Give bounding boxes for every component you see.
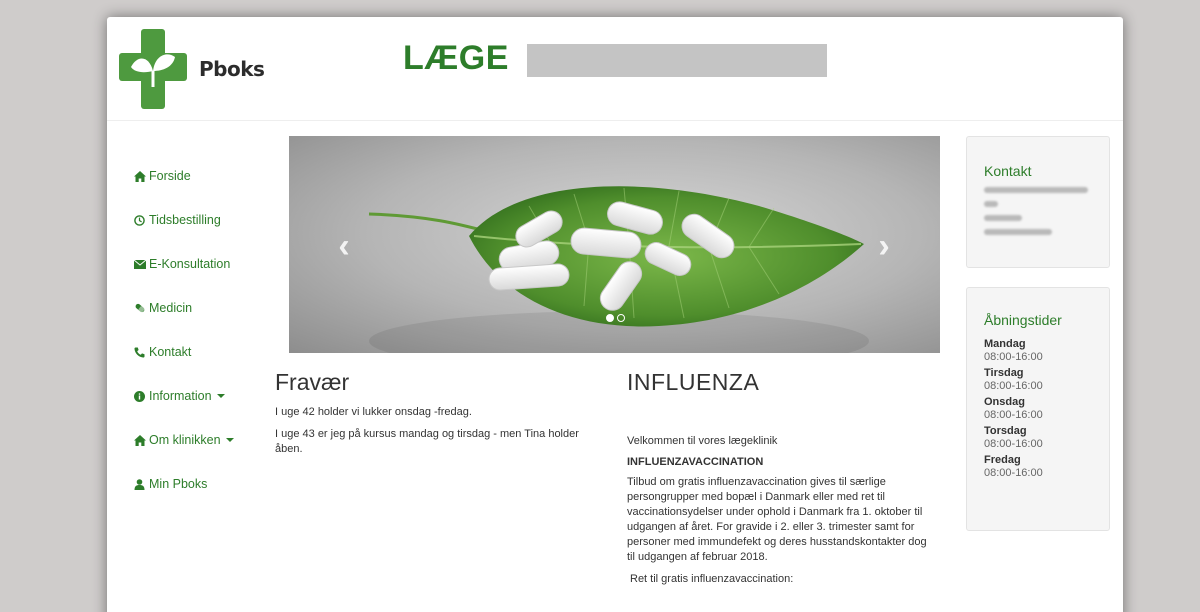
nav-item-medicin[interactable]: Medicin: [133, 286, 273, 330]
user-icon: [133, 478, 146, 491]
cross-leaf-icon: [119, 29, 187, 109]
redacted-address-line: [984, 215, 1022, 221]
nav-item-label: Tidsbestilling: [149, 213, 221, 227]
nav-item-label: Min Pboks: [149, 477, 208, 491]
carousel-dot-2[interactable]: [617, 314, 625, 322]
nav-item-forside[interactable]: Forside: [133, 154, 273, 198]
clock-icon: [133, 214, 146, 227]
carousel-indicators: [606, 314, 625, 322]
day-hours: 08:00-16:00: [984, 380, 1043, 392]
influenza-heading: INFLUENZA: [627, 369, 760, 395]
fravaer-section: Fravær I uge 42 holder vi lukker onsdag …: [275, 369, 605, 464]
nav-item-om-klinikken[interactable]: Om klinikken: [133, 418, 273, 462]
redacted-address-line: [984, 187, 1088, 193]
nav-item-information[interactable]: Information: [133, 374, 273, 418]
nav-item-label: Medicin: [149, 301, 193, 315]
home-icon: [133, 434, 146, 447]
nav-item-label: Information: [149, 389, 212, 403]
caret-down-icon: [216, 394, 225, 398]
caret-down-icon: [225, 438, 234, 442]
carousel-dot-1[interactable]: [606, 314, 614, 322]
nav-item-e-konsultation[interactable]: E-Konsultation: [133, 242, 273, 286]
site-title: LÆGE: [403, 39, 509, 77]
influenza-subheading: INFLUENZAVACCINATION: [627, 456, 764, 468]
redacted-address-line: [984, 201, 998, 207]
carousel-prev-button[interactable]: ‹: [329, 228, 359, 268]
fravaer-heading: Fravær: [275, 369, 350, 395]
day-label: Onsdag: [984, 396, 1025, 408]
influenza-intro: Velkommen til vores lægeklinik: [627, 435, 778, 447]
nav-item-min-pboks[interactable]: Min Pboks: [133, 462, 273, 506]
day-hours: 08:00-16:00: [984, 409, 1043, 421]
influenza-body: Tilbud om gratis influenzavaccination gi…: [627, 476, 927, 563]
kontakt-panel: Kontakt: [966, 136, 1110, 268]
redacted-phone-line: [984, 229, 1052, 235]
page-container: Pboks LÆGE Forside Tidsbestilling E-Kons…: [107, 17, 1123, 612]
opening-hours-panel: Åbningstider Mandag 08:00-16:00 Tirsdag …: [966, 287, 1110, 531]
site-header: Pboks LÆGE: [107, 17, 1123, 121]
side-navigation: Forside Tidsbestilling E-Konsultation Me…: [133, 154, 273, 506]
kontakt-heading: Kontakt: [984, 163, 1032, 179]
nav-item-tidsbestilling[interactable]: Tidsbestilling: [133, 198, 273, 242]
phone-icon: [133, 346, 146, 359]
day-label: Tirsdag: [984, 367, 1024, 379]
logo-text: Pboks: [199, 57, 265, 81]
day-label: Mandag: [984, 338, 1026, 350]
day-hours: 08:00-16:00: [984, 467, 1043, 479]
day-hours: 08:00-16:00: [984, 438, 1043, 450]
redacted-clinic-name: [527, 44, 827, 77]
info-icon: [133, 390, 146, 403]
influenza-section: INFLUENZA Velkommen til vores lægeklinik…: [627, 369, 937, 594]
carousel-next-button[interactable]: ›: [869, 228, 899, 268]
fravaer-paragraph: I uge 42 holder vi lukker onsdag -fredag…: [275, 406, 472, 418]
nav-item-label: Kontakt: [149, 345, 192, 359]
day-hours: 08:00-16:00: [984, 351, 1043, 363]
fravaer-paragraph: I uge 43 er jeg på kursus mandag og tirs…: [275, 428, 579, 455]
nav-item-kontakt[interactable]: Kontakt: [133, 330, 273, 374]
day-label: Torsdag: [984, 425, 1027, 437]
pill-icon: [133, 302, 146, 315]
nav-item-label: Forside: [149, 169, 191, 183]
influenza-footer: Ret til gratis influenzavaccination:: [630, 573, 794, 585]
day-label: Fredag: [984, 454, 1021, 466]
nav-item-label: E-Konsultation: [149, 257, 231, 271]
opening-hours-heading: Åbningstider: [984, 312, 1062, 328]
site-logo[interactable]: Pboks: [119, 29, 269, 109]
envelope-icon: [133, 258, 146, 271]
nav-item-label: Om klinikken: [149, 433, 221, 447]
opening-hours-list: Mandag 08:00-16:00 Tirsdag 08:00-16:00 O…: [967, 338, 1109, 480]
image-carousel[interactable]: ‹ ›: [289, 136, 940, 353]
home-icon: [133, 170, 146, 183]
